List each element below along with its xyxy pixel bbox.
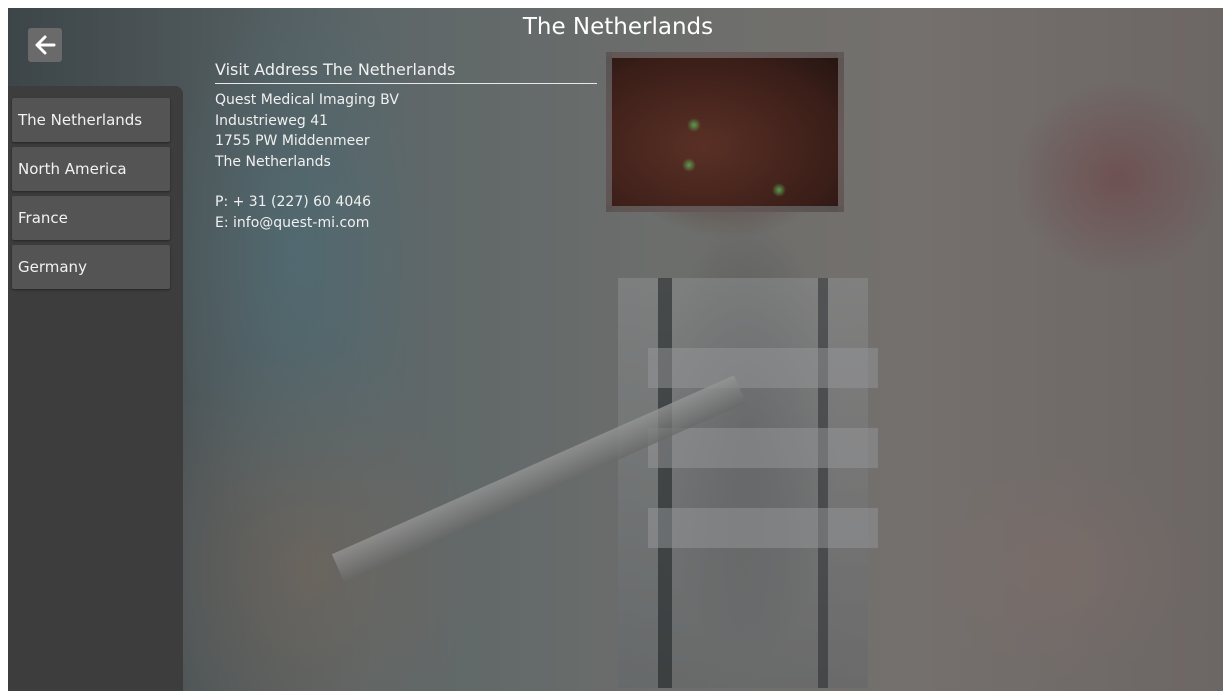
company-name: Quest Medical Imaging BV (215, 92, 399, 108)
phone-number: P: + 31 (227) 60 4046 (215, 194, 372, 210)
sidebar-item-the-netherlands[interactable]: The Netherlands (12, 98, 170, 142)
street-address: Industrieweg 41 (215, 112, 329, 129)
email-address: E: info@quest-mi.com (215, 214, 370, 231)
sidebar-item-france[interactable]: France (12, 196, 170, 240)
contact-heading: Visit Address The Netherlands (215, 60, 597, 84)
page-title: The Netherlands (522, 14, 714, 40)
contact-block: Visit Address The Netherlands Quest Medi… (215, 60, 597, 233)
arrow-left-icon (35, 35, 56, 55)
country: The Netherlands (215, 153, 331, 170)
back-button[interactable] (28, 28, 62, 62)
postal-city: 1755 PW Middenmeer (215, 133, 370, 149)
sidebar-item-north-america[interactable]: North America (12, 147, 170, 191)
sidebar-item-germany[interactable]: Germany (12, 245, 170, 289)
sidebar: The Netherlands North America France Ger… (8, 86, 183, 691)
app-screen: The Netherlands The Netherlands North Am… (8, 8, 1223, 691)
background-overlay (8, 8, 1223, 691)
